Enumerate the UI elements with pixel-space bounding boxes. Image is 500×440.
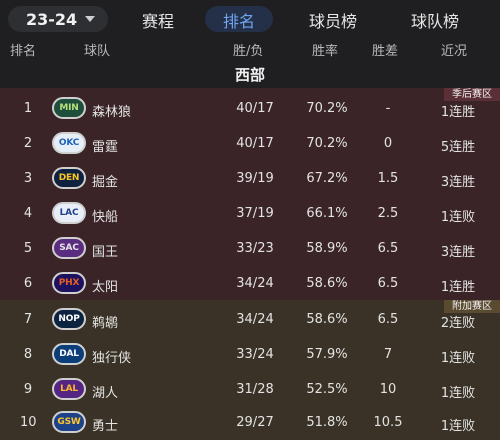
team-name: 森林狼 xyxy=(92,105,132,120)
win-loss: 29/27 xyxy=(236,415,274,430)
chevron-down-icon xyxy=(85,16,96,22)
team-name: 独行侠 xyxy=(92,351,132,366)
win-pct: 57.9% xyxy=(306,347,348,362)
win-loss: 34/24 xyxy=(236,312,274,327)
team-row[interactable]: 4 LAC 快船 37/19 66.1% 2.5 1连败 xyxy=(0,196,500,231)
team-row[interactable]: 1 MIN 森林狼 40/17 70.2% - 1连胜 xyxy=(0,91,500,126)
win-pct: 70.2% xyxy=(306,101,348,116)
team-row[interactable]: 9 LAL 湖人 31/28 52.5% 10 1连败 xyxy=(0,372,500,407)
streak: 1连胜 xyxy=(440,105,476,120)
rank: 6 xyxy=(23,276,33,291)
rank: 2 xyxy=(23,136,33,151)
team-logo-icon: DEN xyxy=(52,167,86,189)
team-logo-icon: LAC xyxy=(52,202,86,224)
col-rank-header: 排名 xyxy=(10,44,37,59)
win-loss: 40/17 xyxy=(236,101,274,116)
rank: 5 xyxy=(23,241,33,256)
win-pct: 66.1% xyxy=(306,206,348,221)
team-name: 湖人 xyxy=(92,386,119,401)
standings-header: 排名 球队 胜/负 胜率 胜差 近况 xyxy=(0,36,500,60)
col-team-header: 球队 xyxy=(84,44,111,59)
streak: 1连胜 xyxy=(440,280,476,295)
team-row[interactable]: 6 PHX 太阳 34/24 58.6% 6.5 1连胜 xyxy=(0,266,500,301)
team-name: 勇士 xyxy=(92,419,119,434)
team-logo-icon: SAC xyxy=(52,237,86,259)
streak: 1连败 xyxy=(440,210,476,225)
streak: 1连败 xyxy=(440,386,476,401)
games-behind: 6.5 xyxy=(377,241,399,256)
team-logo-icon: LAL xyxy=(52,378,86,400)
team-name: 鹈鹕 xyxy=(92,316,119,331)
top-bar: 23-24 赛程 排名 球员榜 球队榜 xyxy=(0,0,500,36)
win-loss: 40/17 xyxy=(236,136,274,151)
team-row[interactable]: 2 OKC 雷霆 40/17 70.2% 0 5连胜 xyxy=(0,126,500,161)
team-name: 国王 xyxy=(92,245,119,260)
season-selector[interactable]: 23-24 xyxy=(8,6,108,32)
win-loss: 33/23 xyxy=(236,241,274,256)
win-pct: 70.2% xyxy=(306,136,348,151)
win-loss: 37/19 xyxy=(236,206,274,221)
rank: 1 xyxy=(23,101,33,116)
col-streak-header: 近况 xyxy=(441,44,468,59)
games-behind: 1.5 xyxy=(377,171,399,186)
win-loss: 33/24 xyxy=(236,347,274,362)
rank: 10 xyxy=(20,415,37,430)
streak: 1连败 xyxy=(440,351,476,366)
streak: 5连胜 xyxy=(440,140,476,155)
games-behind: 10.5 xyxy=(373,415,403,430)
streak: 3连胜 xyxy=(440,175,476,190)
games-behind: 0 xyxy=(383,136,393,151)
games-behind: - xyxy=(385,101,391,116)
games-behind: 6.5 xyxy=(377,276,399,291)
streak: 3连胜 xyxy=(440,245,476,260)
win-loss: 31/28 xyxy=(236,382,274,397)
rank: 8 xyxy=(23,347,33,362)
team-logo-icon: MIN xyxy=(52,97,86,119)
team-name: 雷霆 xyxy=(92,140,119,155)
tab-player-rankings[interactable]: 球员榜 xyxy=(309,8,357,32)
win-pct: 58.9% xyxy=(306,241,348,256)
games-behind: 10 xyxy=(379,382,397,397)
team-name: 太阳 xyxy=(92,280,119,295)
games-behind: 6.5 xyxy=(377,312,399,327)
tab-schedule[interactable]: 赛程 xyxy=(142,8,174,32)
team-name: 掘金 xyxy=(92,175,119,190)
team-logo-icon: GSW xyxy=(52,411,86,433)
games-behind: 7 xyxy=(383,347,393,362)
rank: 3 xyxy=(23,171,33,186)
rank: 4 xyxy=(23,206,33,221)
team-row[interactable]: 7 NOP 鹈鹕 34/24 58.6% 6.5 2连败 xyxy=(0,302,500,337)
team-row[interactable]: 3 DEN 掘金 39/19 67.2% 1.5 3连胜 xyxy=(0,161,500,196)
team-row[interactable]: 5 SAC 国王 33/23 58.9% 6.5 3连胜 xyxy=(0,231,500,266)
team-logo-icon: NOP xyxy=(52,308,86,330)
win-pct: 51.8% xyxy=(306,415,348,430)
win-pct: 67.2% xyxy=(306,171,348,186)
rank: 7 xyxy=(23,312,33,327)
games-behind: 2.5 xyxy=(377,206,399,221)
win-pct: 58.6% xyxy=(306,312,348,327)
rank: 9 xyxy=(23,382,33,397)
season-label: 23-24 xyxy=(26,9,78,29)
team-row[interactable]: 10 GSW 勇士 29/27 51.8% 10.5 1连败 xyxy=(0,405,500,440)
win-pct: 52.5% xyxy=(306,382,348,397)
tab-standings[interactable]: 排名 xyxy=(223,8,255,32)
tab-team-rankings[interactable]: 球队榜 xyxy=(411,8,459,32)
streak: 1连败 xyxy=(440,419,476,434)
col-wl-header: 胜/负 xyxy=(233,44,264,59)
team-logo-icon: OKC xyxy=(52,132,86,154)
win-loss: 39/19 xyxy=(236,171,274,186)
streak: 2连败 xyxy=(440,316,476,331)
team-name: 快船 xyxy=(92,210,119,225)
col-gb-header: 胜差 xyxy=(372,44,399,59)
col-pct-header: 胜率 xyxy=(312,44,339,59)
conference-title: 西部 xyxy=(234,66,265,84)
team-row[interactable]: 8 DAL 独行侠 33/24 57.9% 7 1连败 xyxy=(0,337,500,372)
team-logo-icon: PHX xyxy=(52,272,86,294)
win-pct: 58.6% xyxy=(306,276,348,291)
win-loss: 34/24 xyxy=(236,276,274,291)
team-logo-icon: DAL xyxy=(52,343,86,365)
